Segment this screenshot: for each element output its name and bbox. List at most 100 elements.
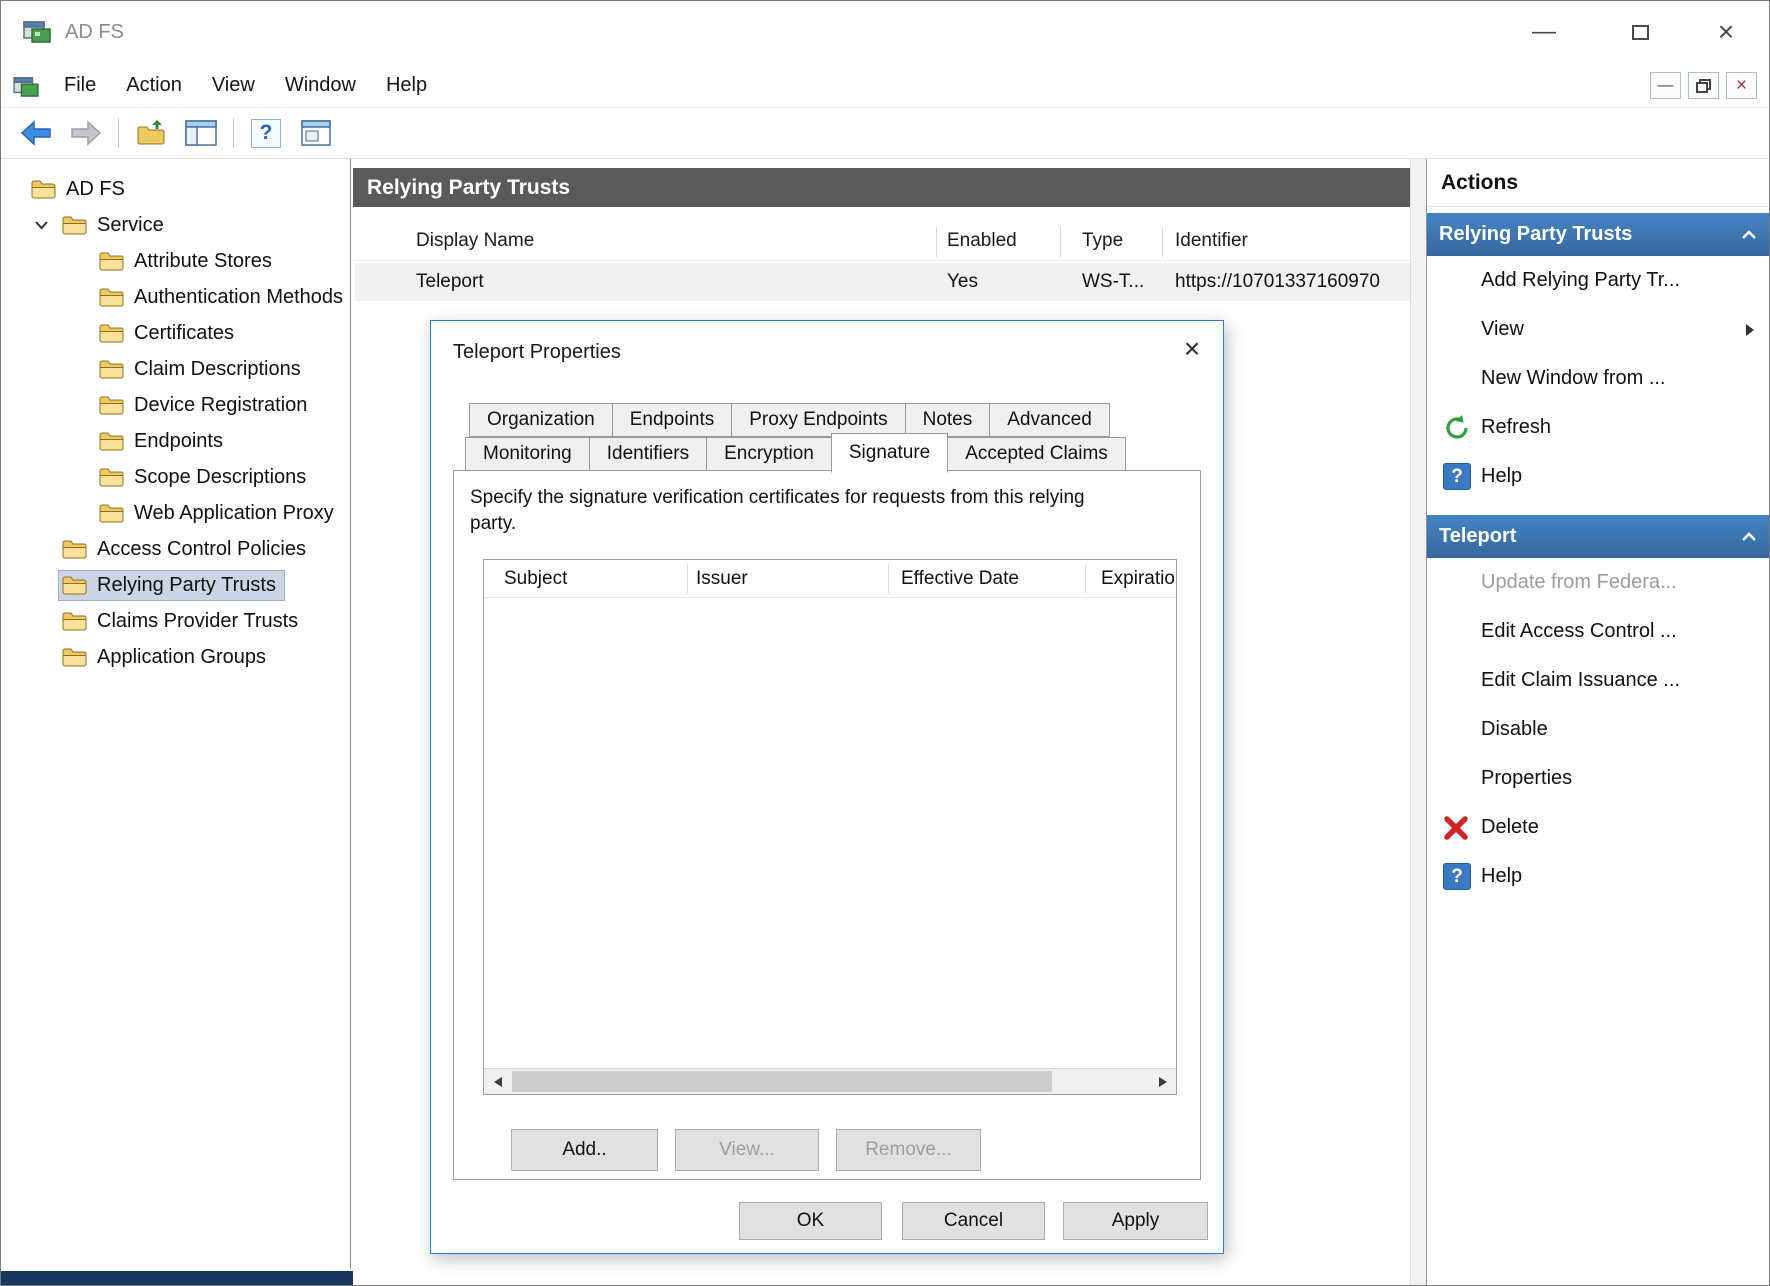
menu-file[interactable]: File [49,74,111,97]
tab-proxy-endpoints[interactable]: Proxy Endpoints [731,403,905,437]
tab-signature[interactable]: Signature [831,433,948,473]
cell-identifier: https://10701337160970 [1175,263,1380,301]
cell-display-name: Teleport [416,263,484,301]
folder-icon [99,467,124,487]
tree-item-scope-descriptions[interactable]: Scope Descriptions [1,459,350,495]
chevron-up-icon[interactable] [1741,230,1757,240]
column-header-effective-date[interactable]: Effective Date [901,560,1019,598]
scroll-left-button[interactable] [484,1069,510,1094]
tree-item-service[interactable]: Service [1,207,350,243]
menu-help[interactable]: Help [371,74,442,97]
tree-item-device-registration[interactable]: Device Registration [1,387,350,423]
tree-item-label: Access Control Policies [97,538,306,561]
folder-icon [99,359,124,379]
chevron-up-icon[interactable] [1741,532,1757,542]
column-divider[interactable] [936,227,937,257]
dialog-close-button[interactable]: × [1173,331,1211,367]
column-header-expiration[interactable]: Expiration [1101,560,1177,598]
list-row-teleport[interactable]: Teleport Yes WS-T... https://10701337160… [355,263,1410,301]
column-divider[interactable] [888,564,889,594]
actions-group-relying-party-trusts[interactable]: Relying Party Trusts [1427,213,1769,256]
folder-icon [99,251,124,271]
column-divider[interactable] [687,564,688,594]
tab-advanced[interactable]: Advanced [989,403,1110,437]
horizontal-scrollbar[interactable] [484,1068,1176,1094]
close-button[interactable]: × [1697,11,1755,53]
scroll-right-button[interactable] [1150,1069,1176,1094]
help-button[interactable]: ? [245,113,287,153]
menu-action[interactable]: Action [111,74,197,97]
adfs-mmc-window: AD FS — × File Action View Window Help —… [0,0,1770,1286]
tree-item-claim-descriptions[interactable]: Claim Descriptions [1,351,350,387]
new-window-button[interactable] [295,113,337,153]
up-one-level-button[interactable] [130,113,172,153]
minimize-button[interactable]: — [1515,11,1573,53]
chevron-down-icon[interactable] [23,220,59,230]
column-header-type[interactable]: Type [1082,221,1123,261]
ok-button[interactable]: OK [739,1202,882,1240]
action-new-window-from-here[interactable]: New Window from ... [1427,354,1769,403]
mdi-close-button[interactable]: × [1726,72,1757,99]
tab-identifiers[interactable]: Identifiers [589,437,707,471]
action-help-teleport[interactable]: ? Help [1427,852,1769,901]
tree-item-web-application-proxy[interactable]: Web Application Proxy [1,495,350,531]
action-add-relying-party-trust[interactable]: Add Relying Party Tr... [1427,256,1769,305]
tree-item-relying-party-trusts[interactable]: Relying Party Trusts [1,567,350,603]
mdi-minimize-button[interactable]: — [1650,72,1681,99]
tree-item-ad-fs[interactable]: AD FS [1,171,350,207]
signature-tab-panel: Specify the signature verification certi… [453,470,1201,1180]
add-button[interactable]: Add.. [511,1129,658,1171]
action-refresh[interactable]: Refresh [1427,403,1769,452]
certificates-table-header: Subject Issuer Effective Date Expiration [484,560,1176,598]
apply-button[interactable]: Apply [1063,1202,1208,1240]
mdi-restore-button[interactable] [1688,72,1719,99]
tree-item-endpoints[interactable]: Endpoints [1,423,350,459]
tab-organization[interactable]: Organization [469,403,613,437]
dialog-title: Teleport Properties [453,341,621,364]
column-divider[interactable] [1162,227,1163,257]
scrollbar-thumb[interactable] [512,1071,1052,1092]
minimize-icon: — [1532,18,1556,46]
column-header-issuer[interactable]: Issuer [696,560,748,598]
tree-item-claims-provider-trusts[interactable]: Claims Provider Trusts [1,603,350,639]
column-divider[interactable] [1060,227,1061,257]
tree-item-authentication-methods[interactable]: Authentication Methods [1,279,350,315]
action-edit-access-control-policy[interactable]: Edit Access Control ... [1427,607,1769,656]
tab-monitoring[interactable]: Monitoring [465,437,590,471]
tree-item-certificates[interactable]: Certificates [1,315,350,351]
action-help[interactable]: ? Help [1427,452,1769,501]
column-header-display-name[interactable]: Display Name [416,221,534,261]
menu-window[interactable]: Window [270,74,371,97]
action-edit-claim-issuance-policy[interactable]: Edit Claim Issuance ... [1427,656,1769,705]
tab-accepted-claims[interactable]: Accepted Claims [947,437,1126,471]
action-view[interactable]: View [1427,305,1769,354]
action-delete[interactable]: Delete [1427,803,1769,852]
tab-notes[interactable]: Notes [905,403,991,437]
folder-icon [62,215,87,235]
tree-item-application-groups[interactable]: Application Groups [1,639,350,675]
back-button[interactable] [15,113,57,153]
console-app-icon [13,75,39,97]
column-header-enabled[interactable]: Enabled [947,221,1017,261]
column-header-identifier[interactable]: Identifier [1175,221,1248,261]
tree-item-attribute-stores[interactable]: Attribute Stores [1,243,350,279]
tab-endpoints[interactable]: Endpoints [612,403,733,437]
actions-group-label: Teleport [1439,525,1516,548]
action-properties[interactable]: Properties [1427,754,1769,803]
refresh-icon [1443,414,1471,442]
action-disable[interactable]: Disable [1427,705,1769,754]
action-label: Edit Claim Issuance ... [1481,669,1680,692]
column-header-subject[interactable]: Subject [504,560,567,598]
show-console-tree-button[interactable] [180,113,222,153]
folder-icon [62,575,87,595]
tree-item-label: Device Registration [134,394,307,417]
forward-button[interactable] [65,113,107,153]
column-divider[interactable] [1085,564,1086,594]
cancel-button[interactable]: Cancel [902,1202,1045,1240]
mdi-restore-icon [1696,79,1712,93]
maximize-button[interactable] [1611,11,1669,53]
menu-view[interactable]: View [197,74,270,97]
tree-item-access-control-policies[interactable]: Access Control Policies [1,531,350,567]
tab-encryption[interactable]: Encryption [706,437,832,471]
actions-group-teleport[interactable]: Teleport [1427,515,1769,558]
